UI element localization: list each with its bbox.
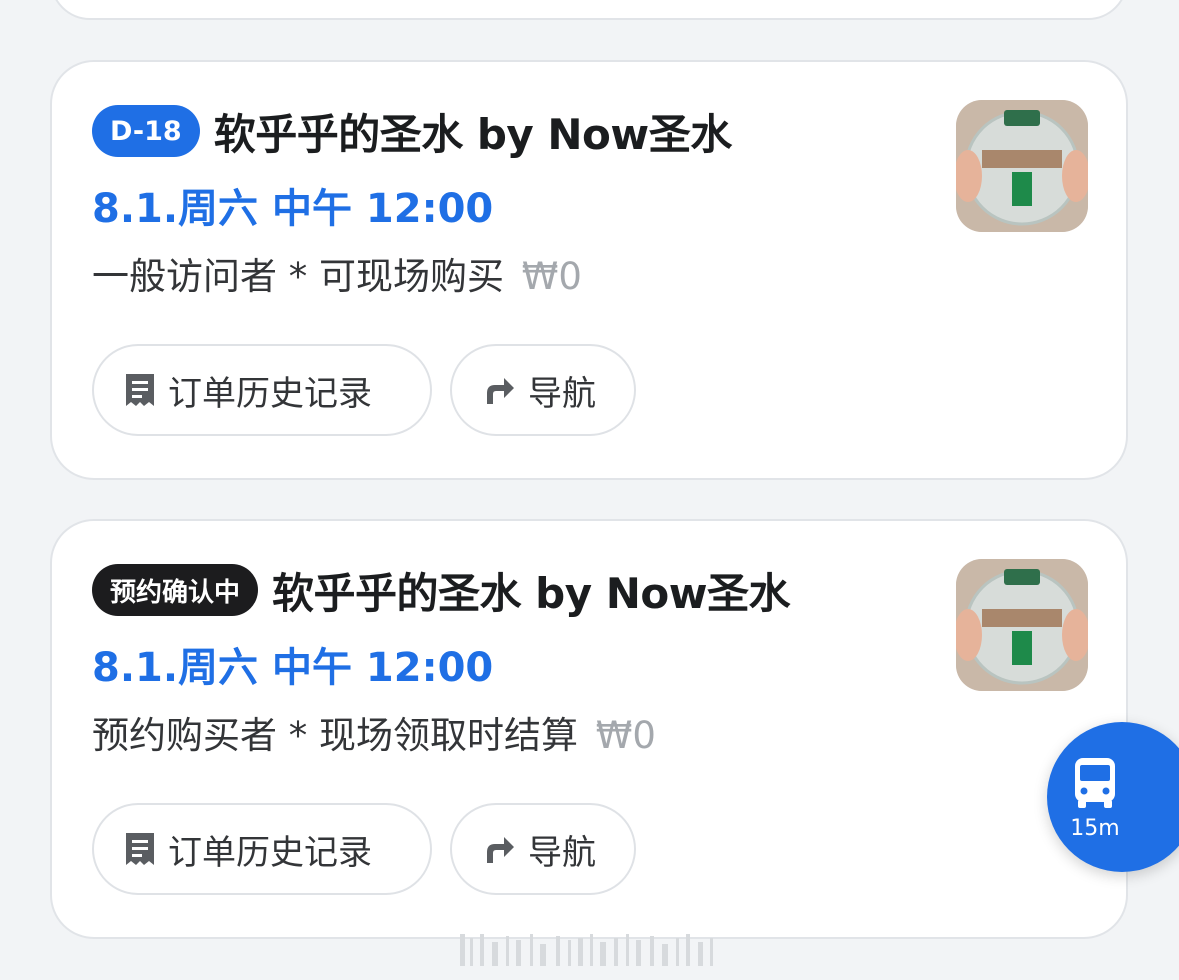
- bus-eta-label: 15m: [1070, 815, 1120, 841]
- visitor-type: 一般访问者 * 可现场购买: [92, 255, 505, 298]
- product-thumbnail[interactable]: [956, 559, 1088, 691]
- order-price: ₩0: [595, 714, 656, 757]
- navigation-label: 导航: [528, 832, 596, 873]
- turn-right-arrow-icon: [487, 378, 514, 404]
- navigation-button[interactable]: 导航: [450, 803, 636, 895]
- order-history-label: 订单历史记录: [168, 373, 372, 414]
- navigation-label: 导航: [528, 373, 596, 414]
- order-title-row: D-18 软乎乎的圣水 by Now圣水: [92, 102, 732, 160]
- order-date: 8.1.周六 中午 12:00: [92, 186, 494, 232]
- reservation-status-badge: 预约确认中: [92, 564, 259, 616]
- receipt-icon: [126, 374, 154, 406]
- order-title: 软乎乎的圣水 by Now圣水: [213, 109, 733, 159]
- order-date: 8.1.周六 中午 12:00: [92, 645, 494, 691]
- order-history-button[interactable]: 订单历史记录: [92, 803, 432, 895]
- order-card-partial[interactable]: [50, 0, 1128, 20]
- order-description: 预约购买者 * 现场领取时结算 ₩0: [92, 705, 656, 759]
- order-price: ₩0: [521, 255, 582, 298]
- order-title-row: 预约确认中 软乎乎的圣水 by Now圣水: [92, 561, 791, 619]
- bus-icon: [1075, 757, 1115, 808]
- navigation-button[interactable]: 导航: [450, 344, 636, 436]
- receipt-icon: [126, 833, 154, 865]
- order-description: 一般访问者 * 可现场购买 ₩0: [92, 246, 582, 300]
- order-card[interactable]: D-18 软乎乎的圣水 by Now圣水 8.1.周六 中午 12:00 一般访…: [50, 60, 1128, 480]
- order-title: 软乎乎的圣水 by Now圣水: [272, 568, 791, 618]
- order-history-label: 订单历史记录: [168, 832, 372, 873]
- d-day-badge: D-18: [92, 105, 200, 157]
- product-thumbnail[interactable]: [956, 100, 1088, 232]
- visitor-type: 预约购买者 * 现场领取时结算: [92, 714, 579, 757]
- turn-right-arrow-icon: [487, 837, 514, 863]
- order-card[interactable]: 预约确认中 软乎乎的圣水 by Now圣水 8.1.周六 中午 12:00 预约…: [50, 519, 1128, 939]
- watermark-icon: [460, 934, 713, 966]
- order-history-button[interactable]: 订单历史记录: [92, 344, 432, 436]
